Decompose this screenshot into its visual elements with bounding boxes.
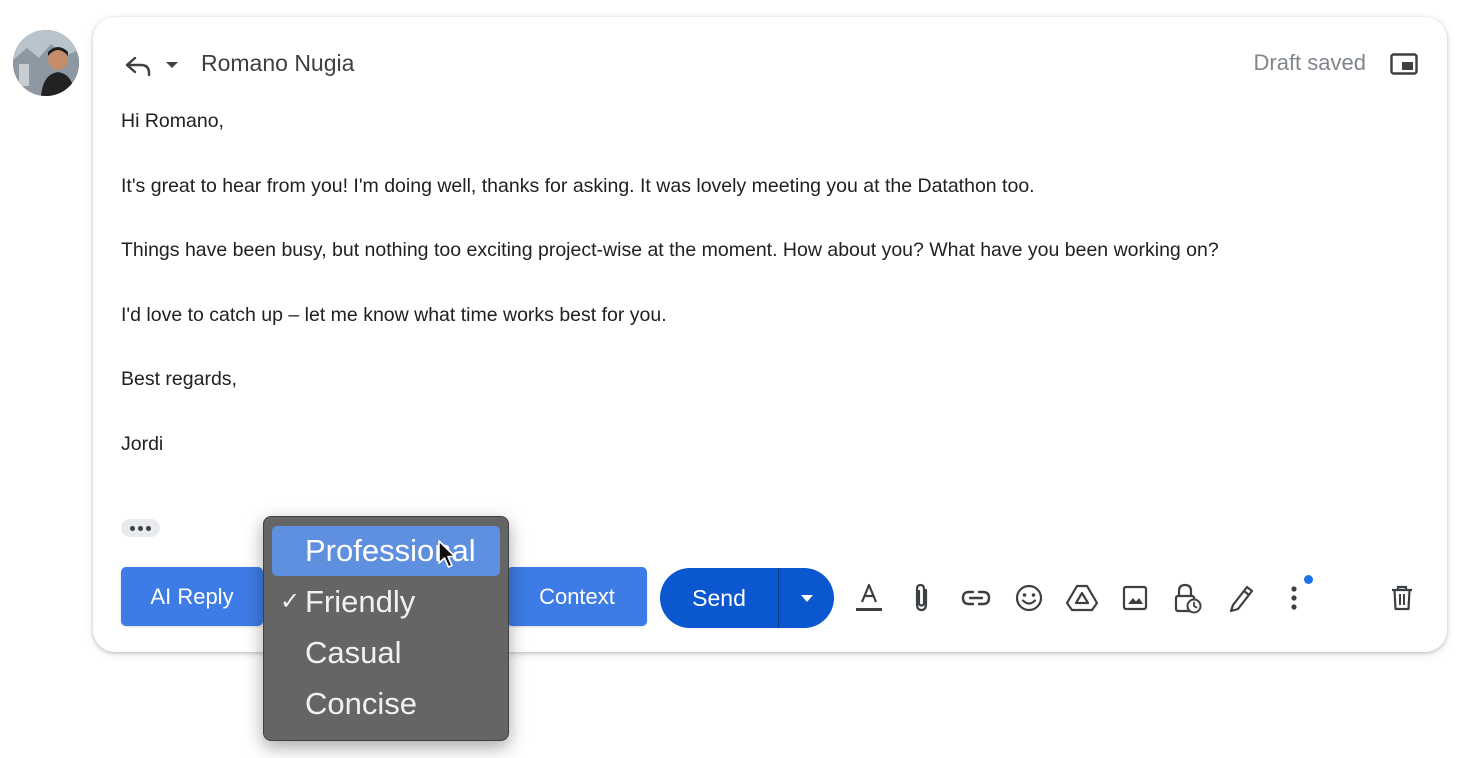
text-format-icon[interactable] bbox=[852, 581, 886, 615]
tone-option-label: Friendly bbox=[305, 584, 416, 619]
compose-header: Romano Nugia Draft saved bbox=[93, 17, 1447, 107]
delete-icon[interactable] bbox=[1385, 581, 1419, 615]
chevron-down-icon bbox=[800, 594, 813, 602]
tone-option-friendly[interactable]: ✓ Friendly bbox=[272, 577, 500, 627]
page: Romano Nugia Draft saved Hi Romano, It's… bbox=[0, 0, 1466, 758]
dot-icon bbox=[138, 525, 143, 531]
image-icon[interactable] bbox=[1118, 581, 1152, 615]
send-button-group: Send bbox=[660, 568, 834, 628]
emoji-icon[interactable] bbox=[1012, 581, 1046, 615]
reply-icon[interactable] bbox=[124, 52, 152, 80]
signature-icon[interactable] bbox=[1224, 581, 1258, 615]
more-options-icon[interactable] bbox=[1277, 581, 1311, 615]
tone-menu: Professional ✓ Friendly Casual Concise bbox=[263, 516, 509, 741]
drive-icon[interactable] bbox=[1065, 581, 1099, 615]
avatar[interactable] bbox=[13, 30, 79, 96]
dot-icon bbox=[146, 525, 151, 531]
tone-option-label: Casual bbox=[305, 635, 402, 670]
ai-reply-button[interactable]: AI Reply bbox=[121, 567, 263, 626]
pop-out-icon[interactable] bbox=[1389, 52, 1419, 76]
tone-option-label: Concise bbox=[305, 686, 417, 721]
mouse-cursor-icon bbox=[438, 540, 456, 568]
draft-status: Draft saved bbox=[1253, 50, 1367, 75]
tone-option-professional[interactable]: Professional bbox=[272, 526, 500, 576]
body-paragraph-3: I'd love to catch up – let me know what … bbox=[121, 304, 667, 326]
body-signoff: Best regards, bbox=[121, 368, 237, 390]
attach-icon[interactable] bbox=[905, 581, 939, 615]
recipient-name[interactable]: Romano Nugia bbox=[201, 48, 354, 78]
tone-option-concise[interactable]: Concise bbox=[272, 679, 500, 729]
show-trimmed-content-button[interactable] bbox=[121, 519, 160, 537]
notification-dot bbox=[1304, 575, 1313, 584]
send-button[interactable]: Send bbox=[660, 568, 778, 628]
body-paragraph-1: It's great to hear from you! I'm doing w… bbox=[121, 175, 1035, 197]
tone-option-casual[interactable]: Casual bbox=[272, 628, 500, 678]
dot-icon bbox=[130, 525, 135, 531]
checkmark-icon: ✓ bbox=[280, 588, 301, 615]
body-signature: Jordi bbox=[121, 433, 164, 455]
reply-type-dropdown-icon[interactable] bbox=[162, 55, 182, 75]
body-paragraph-2: Things have been busy, but nothing too e… bbox=[121, 239, 1219, 261]
context-button[interactable]: Context bbox=[507, 567, 647, 626]
body-greeting: Hi Romano, bbox=[121, 110, 224, 132]
confidential-mode-icon[interactable] bbox=[1171, 581, 1205, 615]
link-icon[interactable] bbox=[959, 581, 993, 615]
send-options-button[interactable] bbox=[779, 568, 834, 628]
